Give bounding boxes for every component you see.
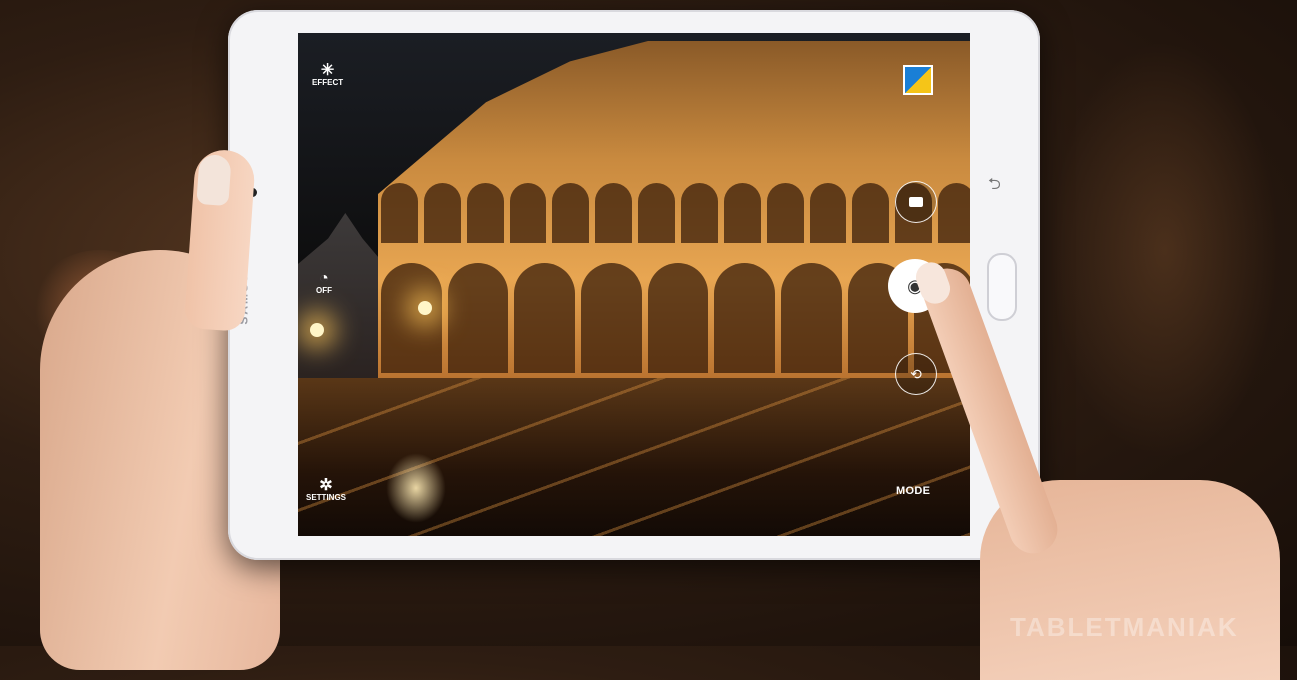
effect-button[interactable]: ✳ EFFECT [312, 63, 343, 88]
settings-button[interactable]: ✲ SETTINGS [306, 478, 346, 503]
timer-label: OFF [316, 286, 332, 295]
home-button[interactable] [987, 253, 1017, 321]
lower-arcade [378, 263, 970, 373]
street-lamp [310, 323, 324, 337]
street-lamp [418, 301, 432, 315]
timer-icon: ◔ [319, 270, 329, 287]
upper-arcade [378, 183, 970, 243]
gear-icon: ✲ [319, 477, 333, 494]
switch-camera-icon: ⟲ [910, 365, 922, 382]
back-key-icon[interactable]: ⮌ [988, 173, 1001, 200]
timer-button[interactable]: ◔ OFF [316, 271, 332, 296]
magic-wand-icon: ✳ [320, 62, 335, 79]
lamp-reflection [386, 453, 446, 523]
settings-label: SETTINGS [306, 493, 347, 502]
camera-viewfinder[interactable]: ✳ EFFECT ◔ OFF ✲ SETTINGS MODE ◉ ⟲ [298, 33, 970, 536]
thumb-nail [196, 153, 232, 207]
mode-button[interactable]: MODE [896, 485, 930, 497]
effect-label: EFFECT [312, 78, 344, 87]
video-record-button[interactable] [895, 181, 937, 223]
watermark: TABLETMANIAK [1010, 612, 1239, 642]
background-glow [1050, 40, 1280, 460]
gallery-thumbnail[interactable] [903, 65, 933, 95]
video-record-icon [909, 197, 923, 207]
switch-camera-button[interactable]: ⟲ [895, 353, 937, 395]
